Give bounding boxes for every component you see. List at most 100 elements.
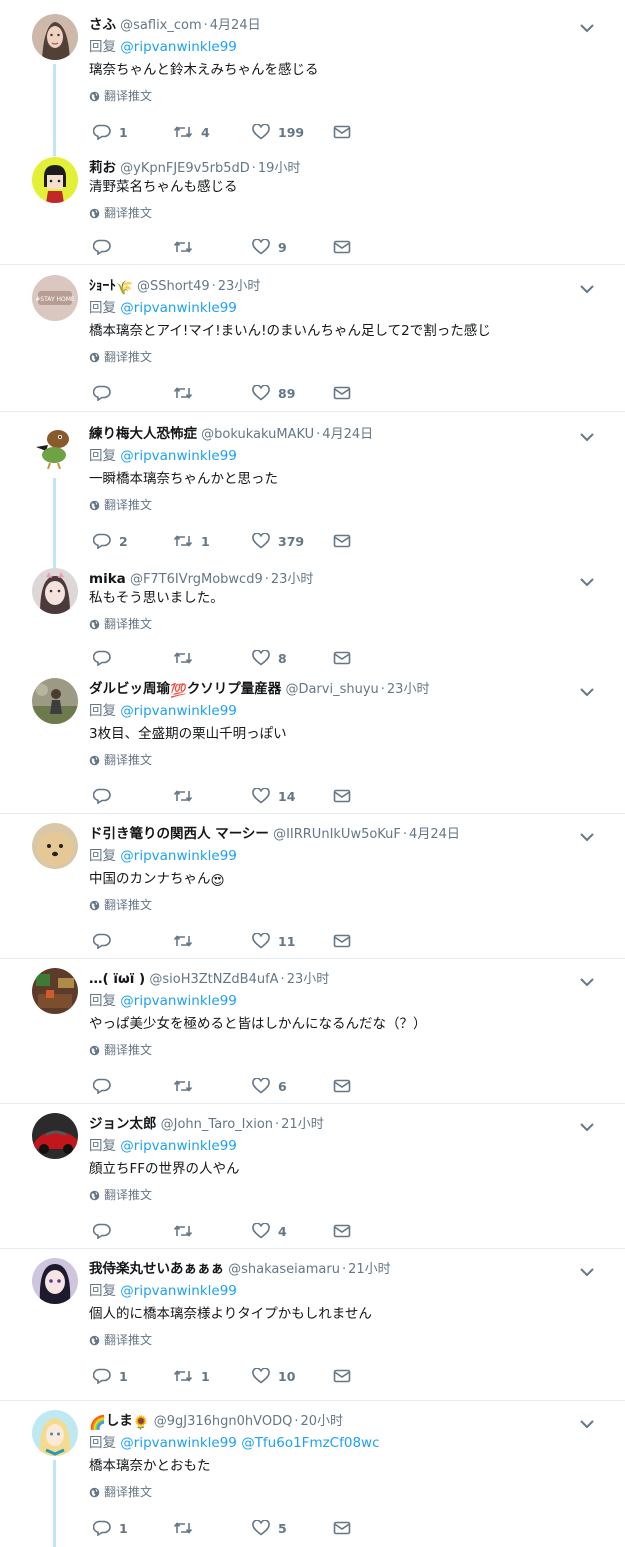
- retweet-button[interactable]: [173, 1076, 201, 1096]
- display-name[interactable]: ｼｮｰﾄ🌾: [89, 278, 133, 296]
- retweet-button[interactable]: [173, 786, 201, 806]
- timestamp[interactable]: 23小时: [271, 572, 314, 587]
- display-name[interactable]: 莉お: [89, 160, 116, 176]
- chevron-down-icon[interactable]: [579, 283, 595, 295]
- chevron-down-icon[interactable]: [579, 1121, 595, 1133]
- chevron-down-icon[interactable]: [579, 831, 595, 843]
- timestamp[interactable]: 20小时: [300, 1414, 343, 1429]
- timestamp[interactable]: 4月24日: [409, 827, 460, 842]
- like-button[interactable]: 199: [252, 122, 304, 142]
- translate-link[interactable]: 翻译推文: [89, 1329, 597, 1351]
- user-handle[interactable]: @bokukakuMAKU: [201, 427, 314, 442]
- user-handle[interactable]: @9gJ316hgn0hVODQ: [154, 1414, 293, 1429]
- like-button[interactable]: 89: [252, 383, 295, 403]
- direct-message-button[interactable]: [333, 237, 351, 257]
- like-button[interactable]: 9: [252, 237, 287, 257]
- user-avatar[interactable]: [32, 568, 78, 614]
- user-avatar[interactable]: [32, 423, 78, 469]
- retweet-button[interactable]: [173, 1221, 201, 1241]
- reply-button[interactable]: 2: [93, 531, 128, 551]
- user-handle[interactable]: @SShort49: [137, 279, 210, 294]
- reply-button[interactable]: 1: [93, 1518, 128, 1538]
- like-button[interactable]: 14: [252, 786, 295, 806]
- chevron-down-icon[interactable]: [579, 1266, 595, 1278]
- chevron-down-icon[interactable]: [579, 576, 595, 588]
- display-name[interactable]: mika: [89, 571, 126, 587]
- translate-link[interactable]: 翻译推文: [89, 894, 597, 916]
- direct-message-button[interactable]: [333, 786, 351, 806]
- like-button[interactable]: 379: [252, 531, 304, 551]
- translate-link[interactable]: 翻译推文: [89, 202, 597, 224]
- direct-message-button[interactable]: [333, 1366, 351, 1386]
- mention-link[interactable]: @ripvanwinkle99: [120, 448, 237, 464]
- retweet-button[interactable]: [173, 1518, 201, 1538]
- translate-link[interactable]: 翻译推文: [89, 346, 597, 368]
- user-avatar[interactable]: [32, 1113, 78, 1159]
- like-button[interactable]: 4: [252, 1221, 287, 1241]
- reply-button[interactable]: 1: [93, 1366, 128, 1386]
- translate-link[interactable]: 翻译推文: [89, 494, 597, 516]
- display-name[interactable]: 我侍楽丸せいあぁぁぁ: [89, 1261, 224, 1277]
- translate-link[interactable]: 翻译推文: [89, 749, 597, 771]
- user-handle[interactable]: @IIRRUnIkUw5oKuF: [273, 827, 401, 842]
- user-avatar[interactable]: [32, 1258, 78, 1304]
- direct-message-button[interactable]: [333, 648, 351, 668]
- timestamp[interactable]: 23小时: [218, 279, 261, 294]
- reply-button[interactable]: [93, 786, 119, 806]
- translate-link[interactable]: 翻译推文: [89, 1481, 597, 1503]
- mention-link[interactable]: @ripvanwinkle99: [120, 300, 237, 316]
- retweet-button[interactable]: 1: [173, 531, 210, 551]
- chevron-down-icon[interactable]: [579, 1418, 595, 1430]
- user-handle[interactable]: @sioH3ZtNZdB4ufA: [149, 972, 278, 987]
- timestamp[interactable]: 23小时: [387, 682, 430, 697]
- reply-button[interactable]: [93, 383, 119, 403]
- chevron-down-icon[interactable]: [579, 976, 595, 988]
- display-name[interactable]: 🌈しま🌻: [89, 1413, 150, 1431]
- user-handle[interactable]: @John_Taro_Ixion: [161, 1117, 273, 1132]
- retweet-button[interactable]: 4: [173, 122, 210, 142]
- display-name[interactable]: ダルビッ周瑜💯クソリプ量産器: [89, 681, 281, 699]
- mention-link[interactable]: @ripvanwinkle99: [120, 993, 237, 1009]
- timestamp[interactable]: 23小时: [287, 972, 330, 987]
- user-handle[interactable]: @F7T6IVrgMobwcd9: [130, 572, 263, 587]
- user-avatar[interactable]: [32, 1410, 78, 1456]
- user-avatar[interactable]: [32, 157, 78, 203]
- chevron-down-icon[interactable]: [579, 22, 595, 34]
- direct-message-button[interactable]: [333, 122, 351, 142]
- direct-message-button[interactable]: [333, 531, 351, 551]
- timestamp[interactable]: 21小时: [348, 1262, 391, 1277]
- mention-link[interactable]: @ripvanwinkle99: [120, 1435, 237, 1451]
- user-avatar[interactable]: [32, 823, 78, 869]
- reply-button[interactable]: [93, 237, 119, 257]
- translate-link[interactable]: 翻译推文: [89, 613, 597, 635]
- reply-button[interactable]: 1: [93, 122, 128, 142]
- retweet-button[interactable]: [173, 237, 201, 257]
- display-name[interactable]: ジョン太郎: [89, 1116, 157, 1132]
- direct-message-button[interactable]: [333, 1221, 351, 1241]
- mention-link[interactable]: @ripvanwinkle99: [120, 39, 237, 55]
- retweet-button[interactable]: [173, 383, 201, 403]
- user-avatar[interactable]: [32, 678, 78, 724]
- like-button[interactable]: 8: [252, 648, 287, 668]
- reply-button[interactable]: [93, 648, 119, 668]
- translate-link[interactable]: 翻译推文: [89, 85, 597, 107]
- timestamp[interactable]: 4月24日: [322, 427, 373, 442]
- like-button[interactable]: 10: [252, 1366, 295, 1386]
- display-name[interactable]: …( ïωï ): [89, 971, 145, 987]
- user-avatar[interactable]: [32, 14, 78, 60]
- timestamp[interactable]: 21小时: [281, 1117, 324, 1132]
- reply-button[interactable]: [93, 1076, 119, 1096]
- user-avatar[interactable]: [32, 968, 78, 1014]
- mention-link[interactable]: @ripvanwinkle99: [120, 703, 237, 719]
- reply-button[interactable]: [93, 931, 119, 951]
- chevron-down-icon[interactable]: [579, 686, 595, 698]
- timestamp[interactable]: 19小时: [258, 161, 301, 176]
- like-button[interactable]: 6: [252, 1076, 287, 1096]
- mention-link[interactable]: @ripvanwinkle99: [120, 1138, 237, 1154]
- mention-link[interactable]: @ripvanwinkle99: [120, 1283, 237, 1299]
- user-handle[interactable]: @saflix_com: [120, 18, 202, 33]
- user-handle[interactable]: @yKpnFJE9v5rb5dD: [120, 161, 250, 176]
- display-name[interactable]: ド引き篭りの関西人 マーシー: [89, 826, 269, 842]
- user-avatar[interactable]: #STAY HOME: [32, 275, 78, 321]
- retweet-button[interactable]: 1: [173, 1366, 210, 1386]
